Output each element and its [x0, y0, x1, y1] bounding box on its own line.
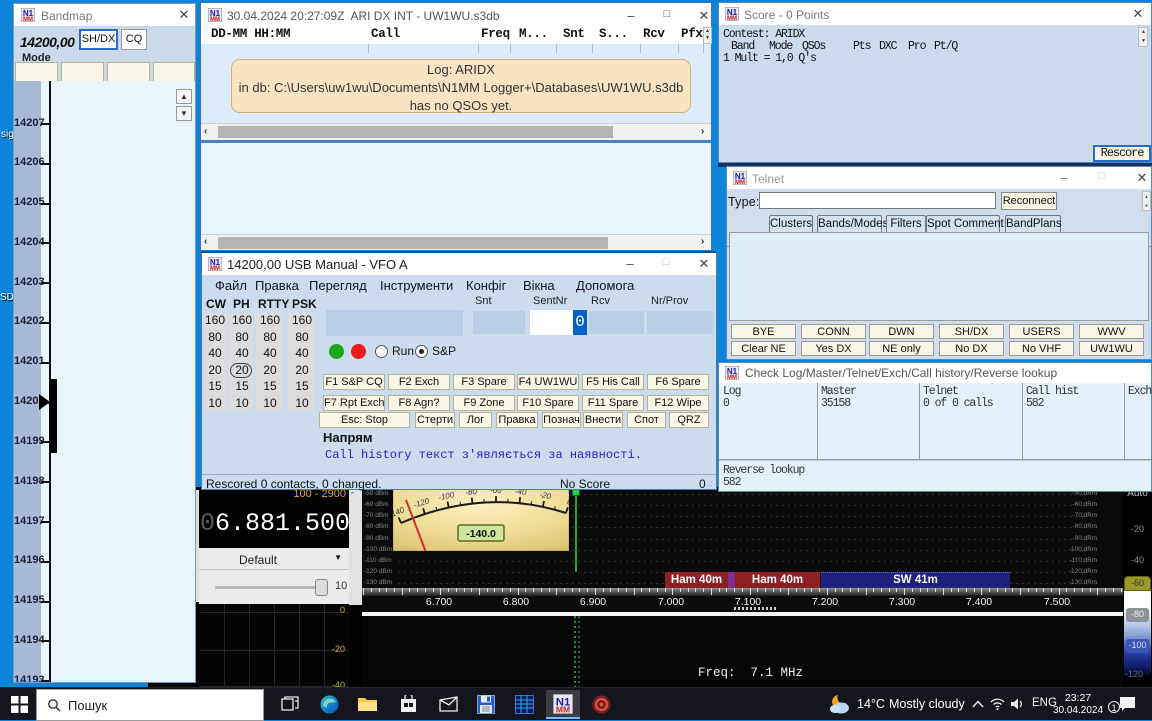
- svg-text:-40: -40: [514, 489, 527, 497]
- svg-text:MM: MM: [210, 266, 220, 271]
- svg-text:MM: MM: [556, 705, 570, 714]
- svg-text:MM: MM: [727, 375, 737, 380]
- svg-text:MM: MM: [735, 180, 745, 185]
- svg-text:MM: MM: [210, 17, 220, 22]
- svg-text:MM: MM: [727, 16, 737, 21]
- svg-text:MM: MM: [23, 17, 33, 22]
- svg-text:-140.0: -140.0: [466, 528, 496, 540]
- svg-text:-80: -80: [465, 489, 478, 497]
